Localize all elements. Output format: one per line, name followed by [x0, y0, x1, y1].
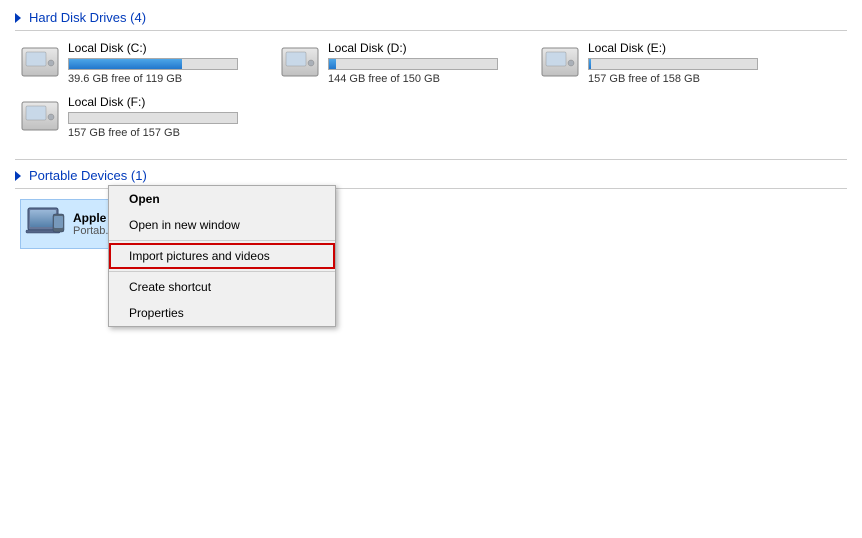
portable-title-text: Portable Devices — [29, 168, 127, 183]
context-menu-properties[interactable]: Properties — [109, 300, 335, 326]
hdd-icon-e — [540, 43, 580, 83]
context-menu-create-shortcut[interactable]: Create shortcut — [109, 274, 335, 300]
drive-d-info: Local Disk (D:) 144 GB free of 150 GB — [328, 41, 530, 85]
portable-count: (1) — [131, 168, 147, 183]
section-divider — [15, 159, 847, 160]
drive-c-free: 39.6 GB free of 119 GB — [68, 73, 270, 85]
portable-section-title: Portable Devices (1) — [29, 168, 147, 183]
drive-f-info: Local Disk (F:) 157 GB free of 157 GB — [68, 95, 270, 139]
context-menu-sep-2 — [109, 271, 335, 272]
collapse-triangle-portable[interactable] — [15, 171, 21, 181]
iphone-icon — [25, 204, 65, 244]
hdd-section-title: Hard Disk Drives (4) — [29, 10, 146, 25]
drive-e-free: 157 GB free of 158 GB — [588, 73, 790, 85]
drive-e-info: Local Disk (E:) 157 GB free of 158 GB — [588, 41, 790, 85]
collapse-triangle-hdd[interactable] — [15, 13, 21, 23]
hdd-title-text: Hard Disk Drives — [29, 10, 127, 25]
context-menu-import[interactable]: Import pictures and videos — [109, 243, 335, 269]
drives-grid: Local Disk (C:) 39.6 GB free of 119 GB — [15, 41, 847, 139]
drive-c-info: Local Disk (C:) 39.6 GB free of 119 GB — [68, 41, 270, 85]
drive-c-name: Local Disk (C:) — [68, 41, 270, 55]
hdd-icon-c — [20, 43, 60, 83]
context-menu-open-new-window[interactable]: Open in new window — [109, 212, 335, 238]
hdd-count: (4) — [130, 10, 146, 25]
drive-f-name: Local Disk (F:) — [68, 95, 270, 109]
drive-d[interactable]: Local Disk (D:) 144 GB free of 150 GB — [280, 41, 530, 85]
drive-f-free: 157 GB free of 157 GB — [68, 127, 270, 139]
context-menu-open[interactable]: Open — [109, 186, 335, 212]
drive-e-name: Local Disk (E:) — [588, 41, 790, 55]
drive-c[interactable]: Local Disk (C:) 39.6 GB free of 119 GB — [20, 41, 270, 85]
drive-f[interactable]: Local Disk (F:) 157 GB free of 157 GB — [20, 95, 270, 139]
context-menu: Open Open in new window Import pictures … — [108, 185, 336, 327]
drive-e[interactable]: Local Disk (E:) 157 GB free of 158 GB — [540, 41, 790, 85]
drive-c-fill — [69, 59, 182, 69]
hdd-section-header: Hard Disk Drives (4) — [15, 10, 847, 31]
hdd-icon-d — [280, 43, 320, 83]
hdd-icon-f — [20, 97, 60, 137]
drive-c-progress — [68, 58, 238, 70]
drive-e-fill — [589, 59, 591, 69]
drive-d-fill — [329, 59, 336, 69]
drive-d-progress — [328, 58, 498, 70]
drive-f-progress — [68, 112, 238, 124]
drive-d-free: 144 GB free of 150 GB — [328, 73, 530, 85]
context-menu-sep-1 — [109, 240, 335, 241]
drive-e-progress — [588, 58, 758, 70]
drive-d-name: Local Disk (D:) — [328, 41, 530, 55]
